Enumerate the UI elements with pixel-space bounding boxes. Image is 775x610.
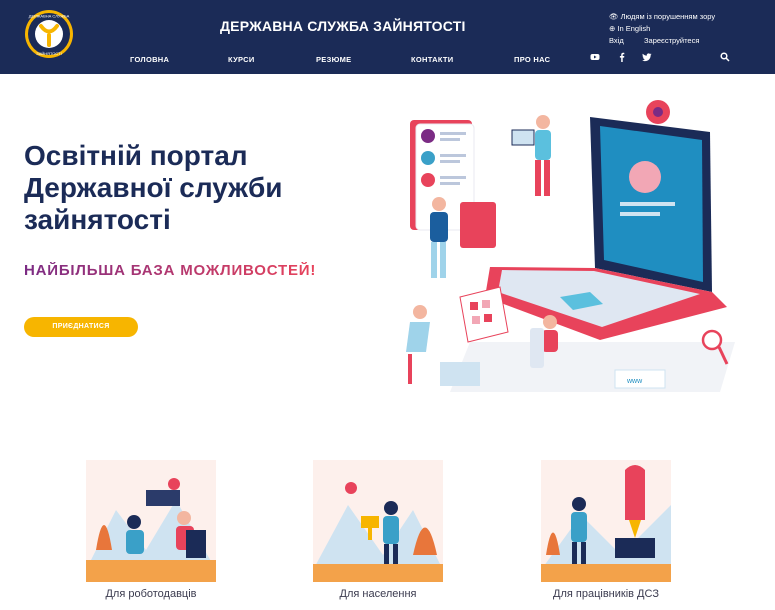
facebook-icon[interactable]	[617, 52, 627, 62]
employers-card-illustration[interactable]	[86, 460, 216, 582]
svg-text:ЗАЙНЯТОСТІ: ЗАЙНЯТОСТІ	[36, 51, 61, 56]
nav-about[interactable]: ПРО НАС	[514, 55, 550, 64]
eye-icon: 👁	[609, 12, 619, 21]
login-link[interactable]: Вхід	[609, 36, 624, 45]
nav-resume[interactable]: РЕЗЮМЕ	[316, 55, 352, 64]
hero-title: Освітній портал Державної служби зайнято…	[24, 140, 283, 235]
site-header: ДЕРЖАВНА СЛУЖБА ЗАЙНЯТОСТІ ДЕРЖАВНА СЛУЖ…	[0, 0, 775, 74]
accessibility-link[interactable]: 👁 Людям із порушенням зору	[609, 12, 715, 21]
twitter-icon[interactable]	[642, 52, 652, 62]
population-card-illustration[interactable]	[313, 460, 443, 582]
youtube-icon[interactable]	[590, 52, 600, 62]
hero-illustration: www	[406, 100, 735, 392]
language-link[interactable]: ⊕ In English	[609, 24, 650, 33]
globe-icon: ⊕	[609, 24, 616, 33]
svg-text:ДЕРЖАВНА СЛУЖБА: ДЕРЖАВНА СЛУЖБА	[29, 14, 70, 19]
search-icon[interactable]	[720, 52, 730, 62]
employers-label[interactable]: Для роботодавців	[51, 588, 251, 600]
www-label: www	[626, 378, 643, 385]
nav-courses[interactable]: КУРСИ	[228, 55, 255, 64]
dsz-workers-card-illustration[interactable]	[541, 460, 671, 582]
register-link[interactable]: Зареєструйтеся	[644, 36, 699, 45]
hero-tagline: НАЙБІЛЬША БАЗА МОЖЛИВОСТЕЙ!	[24, 262, 317, 279]
site-title: ДЕРЖАВНА СЛУЖБА ЗАЙНЯТОСТІ	[220, 18, 466, 34]
nav-home[interactable]: ГОЛОВНА	[130, 55, 169, 64]
join-button[interactable]: ПРИЄДНАТИСЯ	[24, 317, 138, 337]
population-label[interactable]: Для населення	[278, 588, 478, 600]
dsz-workers-label[interactable]: Для працівників ДСЗ	[506, 588, 706, 600]
nav-contacts[interactable]: КОНТАКТИ	[411, 55, 454, 64]
state-employment-service-logo[interactable]: ДЕРЖАВНА СЛУЖБА ЗАЙНЯТОСТІ	[24, 9, 74, 59]
